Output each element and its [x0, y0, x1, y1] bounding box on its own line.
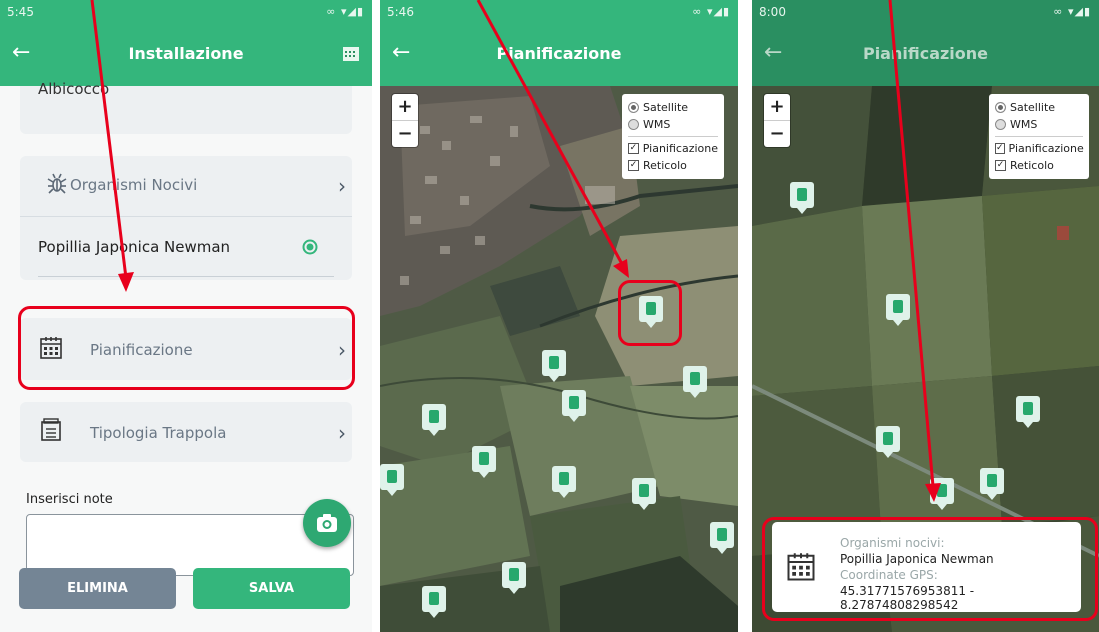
status-bar: 8:00 ∞ ▾◢▮	[752, 0, 1099, 24]
trap-marker-icon[interactable]	[422, 404, 446, 436]
notes-label: Inserisci note	[26, 492, 113, 507]
radio-icon	[628, 119, 639, 130]
zoom-out-button[interactable]: −	[764, 120, 790, 147]
highlight-box	[18, 306, 355, 390]
status-time: 5:45	[7, 5, 34, 19]
layer-reticolo[interactable]: ✓ Reticolo	[628, 157, 718, 174]
bug-icon	[47, 173, 67, 194]
pianificazione-map-screen: 5:46 ∞ ▾◢▮ ← Pianificazione + − Satellit…	[380, 0, 738, 632]
checkbox-icon: ✓	[995, 160, 1006, 171]
status-time: 5:46	[387, 5, 414, 19]
divider	[38, 276, 334, 277]
elimina-button[interactable]: ELIMINA	[19, 568, 176, 609]
radio-icon	[995, 119, 1006, 130]
layer-label: Pianificazione	[642, 142, 718, 155]
divider	[20, 216, 352, 217]
chevron-right-icon[interactable]: ›	[338, 174, 346, 198]
checkbox-icon: ✓	[995, 143, 1005, 154]
zoom-control: + −	[392, 94, 418, 147]
checkbox-icon: ✓	[628, 143, 639, 154]
salva-button[interactable]: SALVA	[193, 568, 350, 609]
app-bar: ← Pianificazione	[752, 24, 1099, 86]
layer-reticolo[interactable]: ✓ Reticolo	[995, 157, 1083, 174]
trap-marker-icon[interactable]	[710, 522, 734, 554]
layer-satellite[interactable]: Satellite	[628, 99, 718, 116]
radio-icon	[628, 102, 639, 113]
coltura-card[interactable]: Albicocco	[20, 80, 352, 134]
trap-list-icon	[41, 418, 61, 441]
layer-label: WMS	[643, 118, 671, 131]
chevron-right-icon[interactable]: ›	[338, 421, 346, 445]
trap-marker-icon[interactable]	[930, 478, 954, 510]
zoom-out-button[interactable]: −	[392, 120, 418, 147]
layer-label: Pianificazione	[1008, 142, 1084, 155]
divider	[995, 136, 1083, 137]
trap-marker-icon[interactable]	[542, 350, 566, 382]
layer-label: Reticolo	[1010, 159, 1054, 172]
zoom-in-button[interactable]: +	[764, 94, 790, 120]
page-title: Pianificazione	[496, 44, 622, 63]
status-bar: 5:46 ∞ ▾◢▮	[380, 0, 738, 24]
species-label: Popillia Japonica Newman	[38, 238, 231, 256]
trap-marker-icon[interactable]	[422, 586, 446, 618]
signal-icons: ∞ ▾◢▮	[692, 5, 730, 18]
satellite-map[interactable]: + − Satellite WMS ✓ Pianificazione ✓ Retic…	[380, 86, 738, 632]
divider	[628, 136, 718, 137]
layer-label: Satellite	[643, 101, 689, 114]
zoom-control: + −	[764, 94, 790, 147]
trap-marker-icon[interactable]	[683, 366, 707, 398]
calendar-icon[interactable]	[342, 44, 360, 62]
page-title: Installazione	[128, 44, 244, 63]
layer-control: Satellite WMS ✓ Pianificazione ✓ Reticolo	[622, 94, 724, 179]
trap-marker-icon[interactable]	[886, 294, 910, 326]
trap-marker-icon[interactable]	[552, 466, 576, 498]
radio-selected-icon[interactable]	[302, 239, 318, 255]
tipologia-label[interactable]: Tipologia Trappola	[90, 424, 226, 442]
layer-label: Reticolo	[643, 159, 687, 172]
layer-label: Satellite	[1010, 101, 1056, 114]
layer-pianificazione[interactable]: ✓ Pianificazione	[995, 140, 1084, 157]
signal-icons: ∞ ▾◢▮	[1053, 5, 1091, 18]
coltura-value: Albicocco	[38, 80, 110, 98]
camera-icon	[317, 514, 337, 532]
trap-marker-icon[interactable]	[876, 426, 900, 458]
trap-marker-icon[interactable]	[980, 468, 1004, 500]
radio-icon	[995, 102, 1006, 113]
trap-marker-icon[interactable]	[562, 390, 586, 422]
organismi-label[interactable]: Organismi Nocivi	[70, 176, 197, 194]
highlight-box	[618, 280, 682, 346]
app-bar: ← Installazione	[0, 24, 372, 86]
trap-marker-icon[interactable]	[1016, 396, 1040, 428]
layer-wms[interactable]: WMS	[995, 116, 1083, 133]
layer-pianificazione[interactable]: ✓ Pianificazione	[628, 140, 718, 157]
layer-label: WMS	[1010, 118, 1038, 131]
installazione-screen: 5:45 ∞ ▾◢▮ ← Installazione Albicocco Org…	[0, 0, 372, 632]
status-time: 8:00	[759, 5, 786, 19]
camera-button[interactable]	[303, 499, 351, 547]
status-bar: 5:45 ∞ ▾◢▮	[0, 0, 372, 24]
trap-marker-icon[interactable]	[472, 446, 496, 478]
checkbox-icon: ✓	[628, 160, 639, 171]
trap-marker-icon[interactable]	[790, 182, 814, 214]
page-title: Pianificazione	[862, 44, 989, 63]
zoom-in-button[interactable]: +	[392, 94, 418, 120]
organismi-card	[20, 156, 352, 280]
app-bar: ← Pianificazione	[380, 24, 738, 86]
layer-satellite[interactable]: Satellite	[995, 99, 1083, 116]
trap-marker-icon[interactable]	[380, 464, 404, 496]
signal-icons: ∞ ▾◢▮	[326, 5, 364, 18]
trap-marker-icon[interactable]	[632, 478, 656, 510]
layer-wms[interactable]: WMS	[628, 116, 718, 133]
highlight-box	[762, 517, 1098, 621]
trap-marker-icon[interactable]	[502, 562, 526, 594]
layer-control: Satellite WMS ✓ Pianificazione ✓ Reticolo	[989, 94, 1089, 179]
pianificazione-detail-screen: 8:00 ∞ ▾◢▮ ← Pianificazione + − Satellit…	[752, 0, 1099, 632]
